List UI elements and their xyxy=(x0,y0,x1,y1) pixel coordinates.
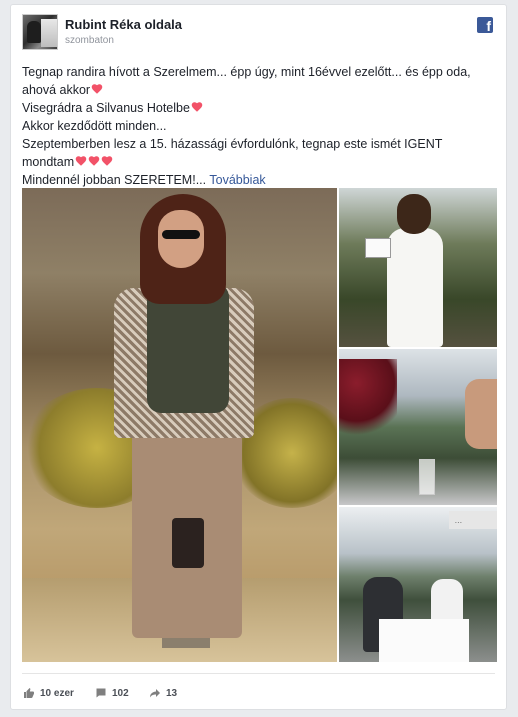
heart-icon xyxy=(75,156,87,166)
heart-icon xyxy=(91,84,103,94)
photo-right-1[interactable] xyxy=(339,188,497,347)
comment-icon xyxy=(96,688,106,698)
heart-icon xyxy=(101,156,113,166)
divider xyxy=(22,673,495,674)
see-more-link[interactable]: Továbbiak xyxy=(209,173,265,187)
photo-right-3[interactable]: ... xyxy=(339,507,497,662)
comment-button[interactable]: 102 xyxy=(95,687,129,699)
thumbs-up-icon xyxy=(24,688,34,698)
post-line: ahová akkor xyxy=(22,81,502,99)
photo-right-2[interactable] xyxy=(339,349,497,505)
share-button[interactable]: 13 xyxy=(149,687,177,699)
post-card: Rubint Réka oldala szombaton f Tegnap ra… xyxy=(10,4,507,710)
restaurant-sign: ... xyxy=(449,511,497,529)
like-count: 10 ezer xyxy=(40,687,74,699)
page-name[interactable]: Rubint Réka oldala xyxy=(65,17,182,32)
facebook-icon[interactable]: f xyxy=(477,17,493,33)
avatar[interactable] xyxy=(22,14,58,50)
comment-count: 102 xyxy=(112,687,129,699)
post-text: Tegnap randira hívott a Szerelmem... épp… xyxy=(22,63,502,189)
like-button[interactable]: 10 ezer xyxy=(23,687,74,699)
share-count: 13 xyxy=(166,687,178,699)
post-line: mondtam xyxy=(22,153,502,171)
post-timestamp[interactable]: szombaton xyxy=(65,35,114,46)
post-line: Tegnap randira hívott a Szerelmem... épp… xyxy=(22,65,471,79)
post-line: Visegrádra a Silvanus Hotelbe xyxy=(22,99,502,117)
post-line: Mindennél jobban SZERETEM!... Továbbiak xyxy=(22,173,266,187)
heart-icon xyxy=(191,102,203,112)
post-line: Akkor kezdődött minden... xyxy=(22,119,167,133)
heart-icon xyxy=(88,156,100,166)
share-icon xyxy=(150,689,160,698)
photo-main[interactable] xyxy=(22,188,337,662)
post-line: Szeptemberben lesz a 15. házassági évfor… xyxy=(22,137,443,151)
